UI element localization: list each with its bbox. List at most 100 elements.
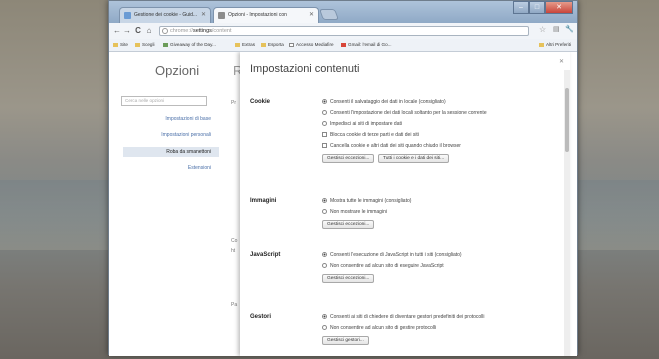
content-settings-overlay: Impostazioni contenuti ✕ Cookie Consenti… — [240, 52, 570, 356]
bookmark-label: Esporta — [268, 42, 284, 47]
address-prefix: chrome:// — [170, 28, 193, 34]
option-text: Consenti il salvataggio dei dati in loca… — [330, 99, 446, 105]
bookmark-item[interactable]: Gmail: l'email di Go... — [341, 39, 392, 51]
cookie-exceptions-button[interactable]: Gestisci eccezioni... — [322, 154, 375, 163]
folder-icon — [261, 43, 266, 47]
handlers-label: Gestori — [250, 314, 272, 320]
page-favicon-icon — [124, 12, 131, 19]
other-bookmarks-label: Altri Preferiti — [545, 42, 571, 47]
overlay-title: Impostazioni contenuti — [250, 63, 360, 75]
radio[interactable] — [322, 121, 327, 126]
bookmark-label: Gmail: l'email di Go... — [348, 42, 392, 47]
radio[interactable] — [322, 263, 327, 268]
radio-selected[interactable] — [322, 99, 327, 104]
checkbox[interactable] — [322, 132, 327, 137]
javascript-block-option[interactable]: Non consentire ad alcun sito di eseguire… — [322, 263, 444, 269]
back-button[interactable]: ← — [112, 25, 122, 36]
reload-button[interactable]: C — [133, 25, 143, 36]
bookmark-item[interactable]: Extras — [235, 39, 255, 51]
new-tab-button[interactable] — [318, 9, 340, 20]
folder-icon — [113, 43, 118, 47]
background-label: Pa — [231, 302, 238, 308]
sidebar-item-basic[interactable]: Impostazioni di base — [165, 116, 211, 122]
browser-window: Gestione dei cookie - Guid... ✕ Opzioni … — [108, 0, 578, 356]
option-text: Consenti l'impostazione dei dati locali … — [330, 110, 487, 116]
cookie-session-option[interactable]: Consenti l'impostazione dei dati locali … — [322, 110, 487, 116]
minimize-button[interactable]: – — [513, 1, 529, 14]
overlay-scrollbar[interactable] — [564, 70, 570, 356]
address-path: /content — [211, 28, 232, 34]
tab-cookie-guide[interactable]: Gestione dei cookie - Guid... ✕ — [119, 7, 211, 23]
option-text: Impedisci ai siti di impostare dati — [330, 121, 402, 127]
javascript-exceptions-button[interactable]: Gestisci eccezioni... — [322, 274, 375, 283]
images-exceptions-button[interactable]: Gestisci eccezioni... — [322, 220, 375, 229]
tab-options[interactable]: Opzioni - Impostazioni con ✕ — [213, 7, 319, 23]
option-text: Mostra tutte le immagini (consigliato) — [330, 198, 412, 204]
bookmark-item[interactable]: Site — [113, 39, 128, 51]
handlers-allow-option[interactable]: Consenti ai siti di chiedere di diventar… — [322, 314, 485, 320]
radio-selected[interactable] — [322, 252, 327, 257]
options-sidebar: Opzioni Cerca nelle opzioni Impostazioni… — [109, 52, 219, 356]
images-hide-option[interactable]: Non mostrare le immagini — [322, 209, 387, 215]
option-text: Consenti l'esecuzione di JavaScript in t… — [330, 252, 462, 258]
radio-selected[interactable] — [322, 198, 327, 203]
other-bookmarks[interactable]: Altri Preferiti — [538, 39, 571, 51]
option-text: Blocca cookie di terze parti e dati dei … — [330, 132, 419, 138]
bookmark-label: Accesso Mediafire — [296, 42, 334, 47]
bookmark-label: Extras — [242, 42, 256, 47]
checkbox[interactable] — [322, 143, 327, 148]
tab-label: Opzioni - Impostazioni con — [228, 12, 287, 18]
clear-on-exit-checkbox[interactable]: Cancella cookie e altri dati dei siti qu… — [322, 143, 461, 149]
navigation-toolbar: ← → C ⌂ chrome://settings/content ☆ ▤ 🔧 — [109, 23, 577, 39]
bookmark-item[interactable]: Giveaway of the Day... — [163, 39, 216, 51]
close-window-button[interactable]: ✕ — [545, 1, 573, 14]
manage-handlers-button[interactable]: Gestisci gestori... — [322, 336, 369, 345]
all-cookies-button[interactable]: Tutti i cookie e i dati dei siti... — [378, 154, 450, 163]
cookie-allow-option[interactable]: Consenti il salvataggio dei dati in loca… — [322, 99, 446, 105]
folder-icon — [235, 43, 240, 47]
bookmark-item[interactable]: Accesso Mediafire — [289, 39, 334, 51]
scrollbar-thumb[interactable] — [565, 88, 569, 152]
background-label: Co — [231, 238, 238, 244]
images-label: Immagini — [250, 198, 277, 204]
home-button[interactable]: ⌂ — [144, 25, 154, 36]
sidebar-item-extensions[interactable]: Estensioni — [188, 165, 211, 171]
bookmark-item[interactable]: Esporta — [261, 39, 284, 51]
radio[interactable] — [322, 325, 327, 330]
option-text: Non consentire ad alcun sito di eseguire… — [330, 263, 444, 269]
images-show-option[interactable]: Mostra tutte le immagini (consigliato) — [322, 198, 411, 204]
globe-icon — [162, 28, 168, 34]
bookmark-label: Site — [120, 42, 128, 47]
options-search-input[interactable]: Cerca nelle opzioni — [121, 96, 207, 106]
wrench-icon — [218, 12, 225, 19]
title-bar: Gestione dei cookie - Guid... ✕ Opzioni … — [109, 1, 577, 23]
radio-selected[interactable] — [322, 314, 327, 319]
folder-icon — [538, 43, 544, 47]
radio[interactable] — [322, 110, 327, 115]
cookie-label: Cookie — [250, 99, 271, 105]
address-bar[interactable]: chrome://settings/content — [159, 26, 529, 36]
wrench-menu-icon[interactable]: 🔧 — [565, 25, 574, 33]
bookmark-item[interactable]: Scegli — [135, 39, 155, 51]
close-tab-icon[interactable]: ✕ — [309, 8, 314, 22]
page-menu-icon[interactable]: ▤ — [553, 25, 560, 33]
close-tab-icon[interactable]: ✕ — [201, 8, 206, 22]
gmail-icon — [341, 43, 346, 47]
cookie-block-option[interactable]: Impedisci ai siti di impostare dati — [322, 121, 402, 127]
tab-label: Gestione dei cookie - Guid... — [134, 12, 198, 18]
block-third-party-checkbox[interactable]: Blocca cookie di terze parti e dati dei … — [322, 132, 419, 138]
sidebar-item-advanced[interactable]: Roba da smanettoni — [123, 147, 219, 157]
sidebar-item-personal[interactable]: Impostazioni personali — [161, 132, 211, 138]
handlers-block-option[interactable]: Non consentire ad alcun sito di gestire … — [322, 325, 436, 331]
radio[interactable] — [322, 209, 327, 214]
maximize-button[interactable]: □ — [529, 1, 545, 14]
page-icon — [289, 43, 294, 47]
bookmark-star-icon[interactable]: ☆ — [539, 25, 546, 34]
background-label: Pr — [231, 100, 236, 106]
forward-button[interactable]: → — [122, 25, 132, 36]
option-text: Cancella cookie e altri dati dei siti qu… — [330, 143, 461, 149]
bookmark-label: Scegli — [142, 42, 155, 47]
bookmark-label: Giveaway of the Day... — [170, 42, 216, 47]
close-overlay-icon[interactable]: ✕ — [559, 58, 564, 65]
javascript-allow-option[interactable]: Consenti l'esecuzione di JavaScript in t… — [322, 252, 462, 258]
